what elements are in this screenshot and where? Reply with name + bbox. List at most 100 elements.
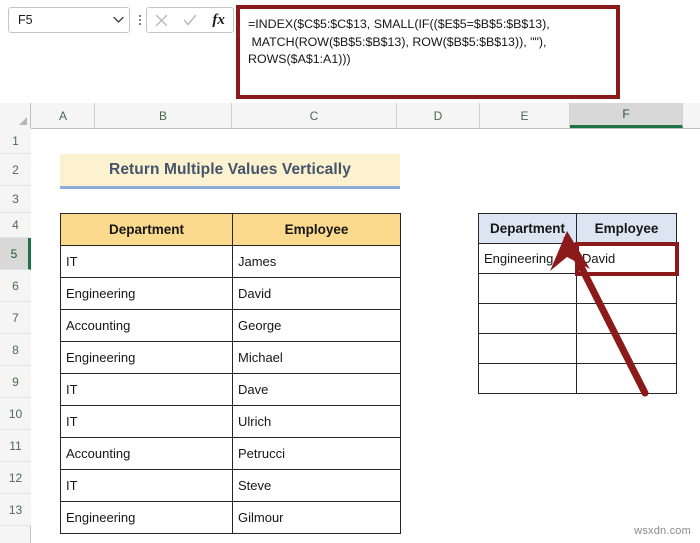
table-cell[interactable] bbox=[478, 273, 577, 304]
row-header-5[interactable]: 5 bbox=[0, 238, 31, 270]
table-cell[interactable]: George bbox=[232, 309, 401, 342]
row-header-label: 7 bbox=[12, 310, 19, 325]
column-header-department: Department bbox=[478, 213, 577, 244]
formula-input-box[interactable]: =INDEX($C$5:$C$13, SMALL(IF(($E$5=$B$5:$… bbox=[236, 5, 620, 99]
column-header-label: F bbox=[622, 107, 630, 121]
row-header-label: 8 bbox=[12, 342, 19, 357]
row-header-label: 11 bbox=[9, 438, 22, 453]
table-cell[interactable]: Engineering bbox=[478, 243, 577, 274]
select-all-triangle-icon bbox=[19, 117, 27, 125]
table-cell[interactable]: IT bbox=[60, 245, 233, 278]
table-row: Engineering Michael bbox=[60, 341, 401, 374]
table-cell[interactable] bbox=[576, 303, 677, 334]
row-header-9[interactable]: 9 bbox=[0, 366, 31, 398]
row-header-7[interactable]: 7 bbox=[0, 302, 31, 334]
chevron-down-icon[interactable] bbox=[107, 16, 129, 24]
table-row bbox=[478, 303, 677, 334]
row-header-column: 1 2 3 4 5 6 7 8 9 10 11 12 13 bbox=[0, 128, 31, 543]
column-header-f[interactable]: F bbox=[570, 103, 683, 128]
formula-text: =INDEX($C$5:$C$13, SMALL(IF(($E$5=$B$5:$… bbox=[248, 17, 550, 66]
row-header-8[interactable]: 8 bbox=[0, 334, 31, 366]
name-box-value: F5 bbox=[18, 13, 33, 27]
table-row bbox=[478, 333, 677, 364]
column-header-b[interactable]: B bbox=[95, 103, 232, 128]
table-cell[interactable] bbox=[576, 363, 677, 394]
row-header-2[interactable]: 2 bbox=[0, 154, 31, 186]
row-header-label: 12 bbox=[8, 470, 23, 485]
table-header-row: Department Employee bbox=[60, 213, 401, 246]
column-header-row: A B C D E F bbox=[0, 103, 700, 129]
table-cell[interactable]: Accounting bbox=[60, 437, 233, 470]
formula-bar-grip-handle[interactable] bbox=[136, 11, 144, 29]
row-header-label: 1 bbox=[12, 133, 19, 148]
table-cell[interactable]: IT bbox=[60, 405, 233, 438]
column-header-label: A bbox=[58, 108, 67, 123]
table-header-row: Department Employee bbox=[478, 213, 677, 244]
table-row: IT Dave bbox=[60, 373, 401, 406]
row-header-3[interactable]: 3 bbox=[0, 186, 31, 213]
table-row: IT Steve bbox=[60, 469, 401, 502]
select-all-corner-button[interactable] bbox=[0, 103, 31, 128]
table-row: Accounting George bbox=[60, 309, 401, 342]
row-header-label: 3 bbox=[12, 192, 19, 206]
table-row: IT Ulrich bbox=[60, 405, 401, 438]
column-header-e[interactable]: E bbox=[480, 103, 570, 128]
source-data-table: Department Employee IT James Engineering Da… bbox=[60, 213, 401, 534]
spreadsheet-grid: ABCDEF 1 2 3 4 5 6 7 8 9 10 11 12 13 Return Multiple… bbox=[0, 103, 700, 543]
row-header-10[interactable]: 10 bbox=[0, 398, 31, 430]
table-cell[interactable]: Michael bbox=[232, 341, 401, 374]
table-cell[interactable]: David bbox=[576, 243, 677, 274]
watermark: wsxdn.com bbox=[634, 525, 691, 537]
row-header-12[interactable]: 12 bbox=[0, 462, 31, 494]
confirm-check-icon[interactable] bbox=[177, 14, 203, 27]
table-cell[interactable]: Steve bbox=[232, 469, 401, 502]
column-header-d[interactable]: D bbox=[397, 103, 480, 128]
table-cell[interactable]: Engineering bbox=[60, 501, 233, 534]
row-header-label: 4 bbox=[12, 218, 19, 232]
column-header-label: C bbox=[309, 108, 319, 123]
column-header-a[interactable]: A bbox=[32, 103, 95, 128]
table-cell[interactable]: Engineering bbox=[60, 277, 233, 310]
table-cell[interactable] bbox=[576, 273, 677, 304]
row-header-label: 13 bbox=[8, 502, 23, 517]
table-row: Engineering David bbox=[478, 243, 677, 274]
page-title: Return Multiple Values Vertically bbox=[109, 161, 351, 178]
row-header-4[interactable]: 4 bbox=[0, 213, 31, 238]
table-cell[interactable]: Accounting bbox=[60, 309, 233, 342]
table-row bbox=[478, 363, 677, 394]
column-header-employee: Employee bbox=[576, 213, 677, 244]
result-table: Department Employee Engineering David bbox=[478, 213, 677, 394]
fx-insert-function-icon[interactable]: fx bbox=[206, 12, 232, 28]
table-cell[interactable] bbox=[478, 333, 577, 364]
column-header-employee: Employee bbox=[232, 213, 401, 246]
formula-action-button-group: fx bbox=[146, 7, 234, 33]
table-cell[interactable]: IT bbox=[60, 469, 233, 502]
table-cell[interactable]: Dave bbox=[232, 373, 401, 406]
table-cell[interactable]: James bbox=[232, 245, 401, 278]
column-header-department: Department bbox=[60, 213, 233, 246]
row-header-label: 2 bbox=[12, 162, 19, 177]
row-header-1[interactable]: 1 bbox=[0, 128, 31, 154]
row-header-label: 6 bbox=[12, 278, 19, 293]
table-cell[interactable]: IT bbox=[60, 373, 233, 406]
table-cell[interactable]: David bbox=[232, 277, 401, 310]
table-row: Engineering Gilmour bbox=[60, 501, 401, 534]
row-header-11[interactable]: 11 bbox=[0, 430, 31, 462]
cancel-x-icon[interactable] bbox=[148, 14, 174, 27]
row-header-13[interactable]: 13 bbox=[0, 494, 31, 526]
name-box[interactable]: F5 bbox=[8, 7, 130, 33]
table-row: Accounting Petrucci bbox=[60, 437, 401, 470]
column-header-c[interactable]: C bbox=[232, 103, 397, 128]
table-cell[interactable]: Petrucci bbox=[232, 437, 401, 470]
table-cell[interactable]: Ulrich bbox=[232, 405, 401, 438]
table-row: Engineering David bbox=[60, 277, 401, 310]
table-cell[interactable]: Engineering bbox=[60, 341, 233, 374]
table-cell[interactable]: Gilmour bbox=[232, 501, 401, 534]
column-header-label: D bbox=[433, 108, 443, 123]
table-cell[interactable] bbox=[478, 363, 577, 394]
table-cell[interactable] bbox=[478, 303, 577, 334]
row-header-6[interactable]: 6 bbox=[0, 270, 31, 302]
row-header-label: 9 bbox=[12, 374, 19, 389]
table-cell[interactable] bbox=[576, 333, 677, 364]
table-row: IT James bbox=[60, 245, 401, 278]
